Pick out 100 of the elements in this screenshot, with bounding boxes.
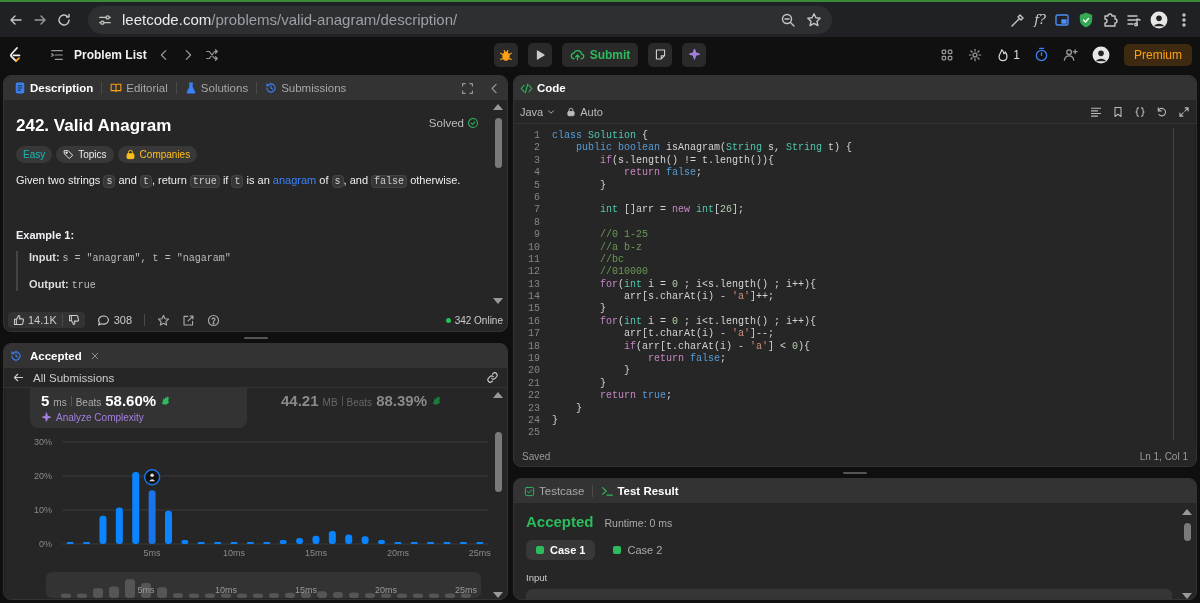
accepted-tab[interactable]: Accepted — [26, 344, 86, 368]
avatar-marker-icon[interactable] — [143, 469, 161, 486]
check-circle-icon — [467, 117, 479, 129]
topics-tag[interactable]: Topics — [56, 146, 114, 163]
close-icon[interactable] — [89, 351, 100, 361]
resize-handle[interactable] — [243, 336, 268, 339]
puzzle-icon[interactable] — [1102, 11, 1118, 28]
language-selector[interactable]: Java — [520, 105, 557, 118]
premium-button[interactable]: Premium — [1124, 43, 1192, 66]
shuffle-icon[interactable] — [204, 47, 219, 62]
scroll-down-arrow[interactable] — [493, 592, 503, 598]
scroll-down-arrow[interactable] — [493, 298, 503, 304]
scroll-up-arrow[interactable] — [1182, 509, 1192, 515]
chart-bar[interactable] — [361, 536, 369, 544]
settings-icon[interactable] — [968, 47, 983, 62]
avatar-icon[interactable] — [1092, 45, 1110, 64]
grid-icon[interactable] — [940, 47, 955, 62]
link-icon[interactable] — [486, 371, 499, 384]
zoom-icon[interactable] — [780, 11, 797, 28]
site-settings-icon[interactable] — [98, 12, 112, 27]
split-window-icon[interactable] — [1054, 11, 1070, 28]
panel-tab[interactable]: Description — [10, 76, 98, 100]
bookmark-star-icon[interactable] — [806, 11, 823, 28]
stat-value[interactable]: 44.21 — [281, 392, 319, 409]
auto-mode-toggle[interactable]: Auto — [566, 105, 603, 118]
panel-tab[interactable]: Submissions — [261, 76, 351, 100]
panel-tab[interactable]: Test Result — [597, 479, 683, 503]
resize-handle[interactable] — [843, 471, 867, 474]
chart-bar[interactable] — [312, 535, 320, 544]
chart-bar[interactable] — [132, 471, 140, 544]
chart-bar[interactable] — [83, 541, 91, 544]
range-navigator[interactable]: 5ms 10ms 15ms 20ms 25ms — [46, 572, 481, 598]
streak-counter[interactable]: 1 — [996, 47, 1020, 62]
address-bar[interactable]: leetcode.com/problems/valid-anagram/description/ — [88, 5, 833, 34]
code-line: return false; — [623, 167, 703, 180]
chart-bar[interactable] — [378, 539, 385, 544]
braces-icon[interactable] — [1134, 105, 1146, 118]
run-button[interactable] — [527, 42, 552, 67]
chart-bar[interactable] — [214, 541, 222, 544]
notes-button[interactable] — [648, 42, 673, 67]
submit-button[interactable]: Submit — [561, 42, 639, 67]
chart-bar[interactable] — [459, 541, 467, 544]
chart-bar[interactable] — [476, 541, 484, 544]
profile-avatar-icon[interactable] — [1150, 10, 1168, 29]
chart-bar[interactable] — [394, 541, 402, 544]
chart-bar[interactable] — [345, 534, 353, 544]
extension-button[interactable]: f? — [1034, 12, 1046, 27]
chart-bar[interactable] — [263, 541, 271, 544]
fullscreen-icon[interactable] — [1178, 105, 1190, 118]
companies-tag[interactable]: Companies — [117, 146, 198, 163]
chart-bar[interactable] — [328, 531, 336, 544]
code-line: for(int i = 0 ; i<s.length() ; i++){ — [599, 278, 817, 291]
stat-value[interactable]: 5 — [41, 392, 50, 409]
chart-bar[interactable] — [197, 541, 205, 544]
list-icon[interactable] — [50, 47, 64, 62]
scroll-down-arrow[interactable] — [1182, 593, 1192, 599]
help-icon[interactable] — [207, 313, 221, 327]
anagram-link[interactable]: anagram — [272, 174, 317, 186]
chart-bar[interactable] — [410, 541, 418, 544]
panel-tab[interactable]: Solutions — [180, 76, 253, 100]
assistant-button[interactable] — [682, 42, 707, 67]
shield-icon[interactable] — [1078, 11, 1094, 28]
chart-bar[interactable] — [427, 541, 435, 544]
bookmark-icon[interactable] — [1112, 105, 1124, 118]
chart-bar[interactable] — [115, 507, 123, 544]
reset-icon[interactable] — [1156, 105, 1168, 118]
scrollbar[interactable] — [1183, 523, 1191, 541]
reload-icon[interactable] — [56, 11, 72, 28]
timer-icon[interactable] — [1034, 47, 1049, 62]
scrollbar[interactable] — [494, 118, 502, 168]
scroll-up-arrow[interactable] — [493, 392, 503, 398]
stat-unit: ms — [53, 397, 67, 408]
add-user-icon[interactable] — [1063, 47, 1078, 62]
chart-bar[interactable] — [296, 537, 304, 544]
back-icon[interactable] — [12, 371, 25, 384]
line-number: 6 — [533, 191, 540, 205]
chart-bar[interactable] — [66, 541, 74, 544]
problem-list-link[interactable]: Problem List — [74, 47, 147, 62]
scrollbar[interactable] — [494, 432, 502, 492]
share-icon[interactable] — [182, 313, 196, 327]
format-icon[interactable] — [1090, 105, 1102, 118]
favorite-star-icon[interactable] — [157, 313, 171, 327]
case-tab[interactable]: Case 1 — [526, 540, 596, 560]
scroll-up-arrow[interactable] — [493, 104, 503, 110]
debug-button[interactable] — [493, 42, 518, 67]
all-submissions-link[interactable]: All Submissions — [33, 371, 115, 384]
chart-bar[interactable] — [99, 515, 107, 544]
analyze-complexity-button[interactable]: Analyze Complexity — [41, 412, 144, 423]
chart-bar[interactable] — [246, 541, 254, 544]
chart-bar[interactable] — [165, 510, 172, 544]
chart-bar[interactable] — [279, 539, 287, 544]
panel-tab[interactable]: Editorial — [106, 76, 172, 100]
comments-button[interactable]: 308 — [96, 313, 133, 327]
chart-bar[interactable] — [443, 541, 451, 544]
chart-bar[interactable] — [230, 541, 238, 544]
beats-label: Beats — [75, 397, 102, 408]
case-tab[interactable]: Case 2 — [603, 540, 673, 560]
fullscreen-icon[interactable] — [461, 81, 474, 95]
panel-tab[interactable]: Testcase — [520, 479, 589, 503]
chart-bar[interactable] — [181, 539, 189, 544]
